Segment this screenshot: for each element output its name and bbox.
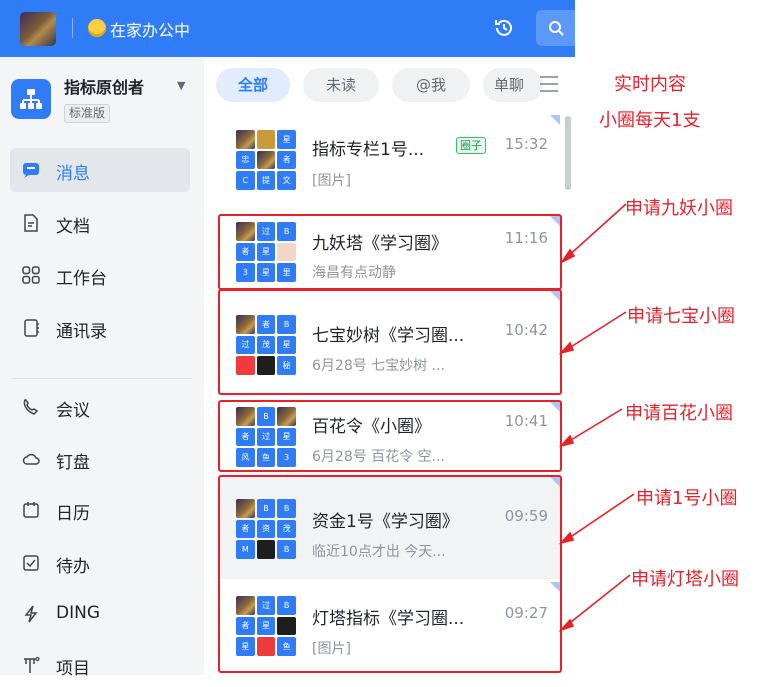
annotation-text: 申请灯塔小圈 [631,569,739,590]
annotation-text: 小圈每天1支 [599,110,701,131]
annotation-text: 申请七宝小圈 [627,306,735,327]
annotation-text: 实时内容 [614,74,686,95]
annotation-text: 申请1号小圈 [636,488,738,509]
annotation-text: 申请百花小圈 [625,403,733,424]
annotation-text: 申请九妖小圈 [625,198,733,219]
